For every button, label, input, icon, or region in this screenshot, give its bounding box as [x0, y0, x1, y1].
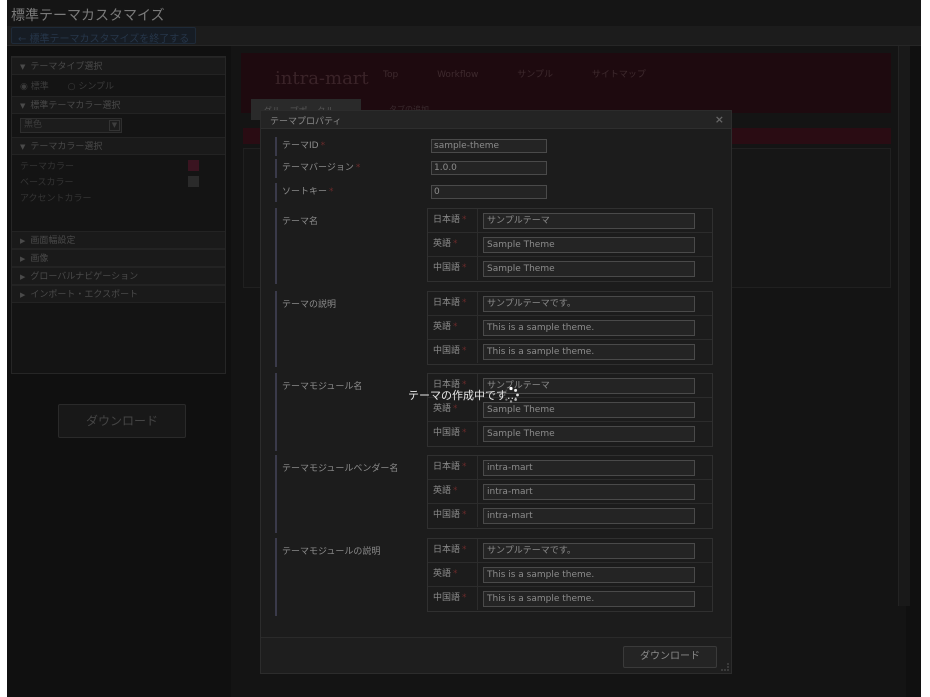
standard-color-body: 黒色 ▼ [12, 114, 225, 137]
lang-row: 中国語 * Sample Theme [428, 257, 712, 281]
portal-nav: Top Workflow サンプル サイトマップ [383, 67, 682, 80]
color-row-base: ベースカラー [20, 175, 217, 189]
app-page: 標準テーマカスタマイズ ← 標準テーマカスタマイズを終了する ▼ テーマタイプ選択… [7, 0, 921, 697]
chevron-right-icon: ▶ [20, 237, 26, 245]
module-desc-zh-input[interactable]: This is a sample theme. [483, 591, 695, 607]
section-theme-type[interactable]: ▼ テーマタイプ選択 [12, 57, 225, 75]
portal-nav-top[interactable]: Top [383, 70, 398, 80]
chevron-right-icon: ▶ [20, 291, 26, 299]
chevron-right-icon: ▶ [20, 255, 26, 263]
module-vendor-zh-input[interactable]: intra-mart [483, 508, 695, 524]
lang-row: 中国語 * This is a sample theme. [428, 340, 712, 364]
standard-color-select[interactable]: 黒色 ▼ [20, 118, 122, 133]
theme-color-body: テーマカラー ベースカラー アクセントカラー [12, 155, 225, 231]
module-desc-ja-input[interactable]: サンプルテーマです。 [483, 543, 695, 559]
group-label: テーマ名 [282, 217, 319, 227]
module-desc-en-input[interactable]: This is a sample theme. [483, 567, 695, 583]
dialog-titlebar: テーマプロパティ × [261, 111, 731, 129]
color-row-accent: アクセントカラー [20, 194, 92, 204]
chevron-down-icon: ▼ [20, 63, 26, 71]
group-label: テーマモジュールの説明 [282, 547, 381, 557]
theme-color-swatch[interactable] [188, 160, 199, 171]
group-label: テーマの説明 [282, 300, 337, 310]
theme-version-input[interactable]: 1.0.0 [431, 161, 547, 175]
lang-table: 日本語 * サンプルテーマ 英語 * Sample Theme 中国語 * Sample T… [427, 373, 713, 447]
theme-type-options: ◉ 標準 ○ シンプル [12, 75, 225, 96]
exit-customize-link[interactable]: ← 標準テーマカスタマイズを終了する [11, 27, 197, 45]
theme-name-zh-input[interactable]: Sample Theme [483, 261, 695, 277]
lang-row: 英語 * Sample Theme [428, 233, 712, 257]
section-standard-color[interactable]: ▼ 標準テーマカラー選択 [12, 96, 225, 114]
lang-row: 日本語 * サンプルテーマ [428, 209, 712, 233]
portal-nav-sitemap[interactable]: サイトマップ [592, 70, 646, 80]
group-module-name: テーマモジュール名 日本語 * サンプルテーマ 英語 * Sample Theme 中国… [275, 373, 717, 451]
required-mark: * [329, 187, 334, 197]
lang-row: 中国語 * Sample Theme [428, 422, 712, 446]
lang-row: 中国語 * intra-mart [428, 504, 712, 528]
theme-name-en-input[interactable]: Sample Theme [483, 237, 695, 253]
lang-row: 英語 * This is a sample theme. [428, 316, 712, 340]
color-row-theme: テーマカラー [20, 159, 217, 173]
lang-row: 中国語 * This is a sample theme. [428, 587, 712, 611]
sort-key-input[interactable]: 0 [431, 185, 547, 199]
lang-row: 英語 * This is a sample theme. [428, 563, 712, 587]
group-module-description: テーマモジュールの説明 日本語 * サンプルテーマです。 英語 * This is a … [275, 538, 717, 616]
lang-row: 日本語 * サンプルテーマです。 [428, 292, 712, 316]
chevron-down-icon: ▼ [20, 143, 26, 151]
sidebar-download-button[interactable]: ダウンロード [58, 404, 186, 438]
section-image[interactable]: ▶ 画像 [12, 249, 225, 267]
app-title: 標準テーマカスタマイズ [11, 8, 165, 24]
module-vendor-ja-input[interactable]: intra-mart [483, 460, 695, 476]
chevron-down-icon: ▼ [109, 120, 120, 131]
lang-table: 日本語 * サンプルテーマ 英語 * Sample Theme 中国語 * Sample T… [427, 208, 713, 282]
group-theme-description: テーマの説明 日本語 * サンプルテーマです。 英語 * This is a sampl… [275, 291, 717, 367]
theme-id-input[interactable]: sample-theme [431, 139, 547, 153]
section-screen-width[interactable]: ▶ 画面幅設定 [12, 231, 225, 249]
portal-nav-workflow[interactable]: Workflow [437, 70, 478, 80]
radio-standard[interactable]: ◉ 標準 [20, 82, 57, 92]
dialog-title: テーマプロパティ [270, 117, 342, 127]
section-import-export[interactable]: ▶ インポート・エクスポート [12, 285, 225, 303]
group-module-vendor: テーマモジュールベンダー名 日本語 * intra-mart 英語 * intra-ma… [275, 455, 717, 533]
top-toolbar: ← 標準テーマカスタマイズを終了する [7, 26, 921, 46]
lang-table: 日本語 * サンプルテーマです。 英語 * This is a sample theme… [427, 291, 713, 365]
required-mark: * [355, 163, 361, 173]
close-icon[interactable]: × [715, 113, 724, 126]
field-label: ソートキー [282, 187, 328, 197]
chevron-right-icon: ▶ [20, 273, 26, 281]
section-global-nav[interactable]: ▶ グローバルナビゲーション [12, 267, 225, 285]
loading-indicator: テーマの作成中です... [408, 386, 519, 406]
group-label: テーマモジュール名 [282, 382, 363, 392]
lang-row: 日本語 * intra-mart [428, 456, 712, 480]
group-theme-name: テーマ名 日本語 * サンプルテーマ 英語 * Sample Theme 中国語 * Sam… [275, 208, 717, 284]
theme-desc-en-input[interactable]: This is a sample theme. [483, 320, 695, 336]
lang-table: 日本語 * intra-mart 英語 * intra-mart 中国語 * intra-m… [427, 455, 713, 529]
portal-header: intra-mart Top Workflow サンプル サイトマップ グループ… [241, 53, 891, 120]
lang-row: 英語 * intra-mart [428, 480, 712, 504]
theme-desc-zh-input[interactable]: This is a sample theme. [483, 344, 695, 360]
resize-grip-icon[interactable] [721, 663, 729, 671]
theme-name-ja-input[interactable]: サンプルテーマ [483, 213, 695, 229]
portal-nav-sample[interactable]: サンプル [517, 70, 553, 80]
field-label: テーマバージョン [282, 163, 354, 173]
base-color-swatch[interactable] [188, 176, 199, 187]
lang-table: 日本語 * サンプルテーマです。 英語 * This is a sample theme… [427, 538, 713, 612]
portal-logo: intra-mart [275, 68, 369, 89]
chevron-down-icon: ▼ [20, 102, 26, 110]
required-mark: * [320, 141, 326, 151]
vertical-scrollbar[interactable] [898, 46, 910, 606]
radio-simple[interactable]: ○ シンプル [68, 82, 122, 92]
module-name-zh-input[interactable]: Sample Theme [483, 426, 695, 442]
download-button[interactable]: ダウンロード [623, 646, 717, 668]
spinner-icon [503, 386, 519, 403]
theme-desc-ja-input[interactable]: サンプルテーマです。 [483, 296, 695, 312]
group-label: テーマモジュールベンダー名 [282, 464, 399, 474]
lang-row: 日本語 * サンプルテーマです。 [428, 539, 712, 563]
app-titlebar: 標準テーマカスタマイズ [7, 0, 921, 26]
field-label: テーマID [282, 141, 319, 151]
dialog-footer: ダウンロード [261, 637, 731, 673]
section-theme-color[interactable]: ▼ テーマカラー選択 [12, 137, 225, 155]
settings-sidebar: ▼ テーマタイプ選択 ◉ 標準 ○ シンプル ▼ 標準テーマカラー選択 黒色 ▼ ▼ テ… [11, 56, 226, 374]
module-vendor-en-input[interactable]: intra-mart [483, 484, 695, 500]
